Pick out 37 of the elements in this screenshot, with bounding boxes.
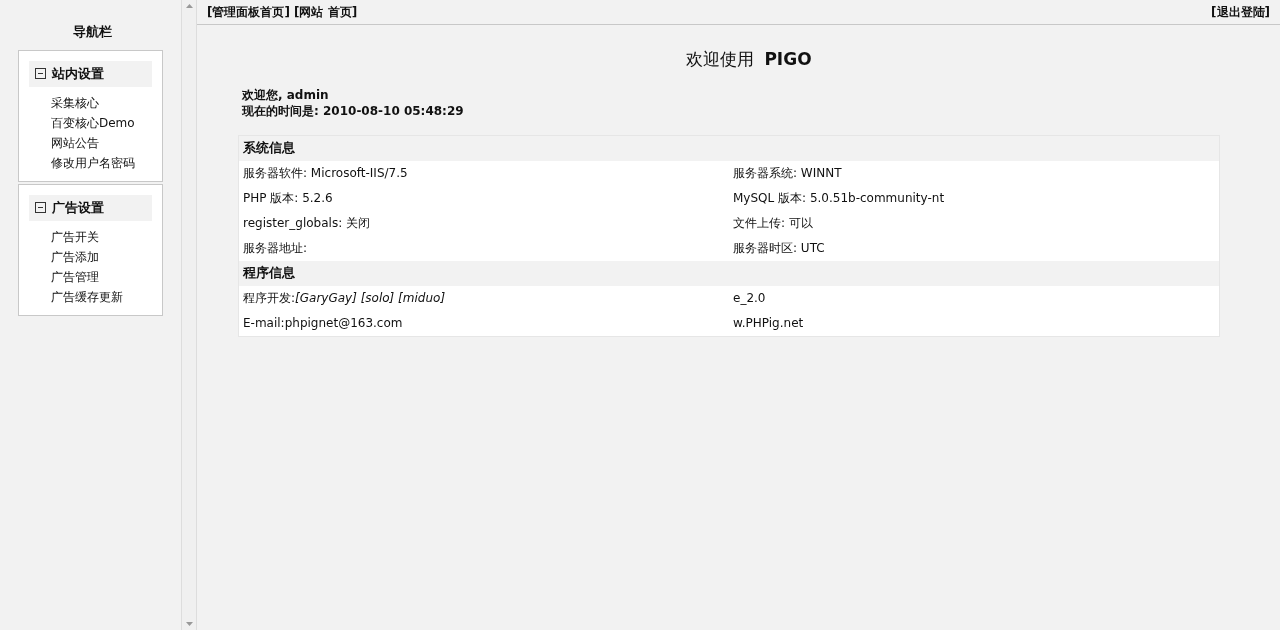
welcome-text: 现在的时间是: 2010-08-10 05:48:29 xyxy=(242,102,465,119)
nav-link[interactable]: 修改用户名密码 xyxy=(51,152,153,173)
collapse-icon[interactable] xyxy=(35,202,46,213)
nav-group-header[interactable]: 广告设置 xyxy=(29,194,153,221)
scroll-up-icon[interactable] xyxy=(185,4,193,8)
info-value: e_2.0 xyxy=(733,290,767,307)
info-value: 服务器系统: WINNT xyxy=(733,165,843,182)
collapse-icon[interactable] xyxy=(35,68,46,79)
info-value: 服务器软件: Microsoft-IIS/7.5 xyxy=(243,165,409,182)
group-title: 站内设置 xyxy=(52,64,104,83)
info-value: w.PHPig.net xyxy=(733,315,805,332)
section-title: 系统信息 xyxy=(243,139,295,158)
info-value: MySQL 版本: 5.0.51b-community-nt xyxy=(733,190,946,207)
nav-link[interactable]: 广告添加 xyxy=(51,246,153,267)
page-heading: 欢迎使用 PIGO xyxy=(685,48,812,71)
nav-link[interactable]: 采集核心 xyxy=(51,92,153,113)
logout-link[interactable]: [退出登陆] xyxy=(1211,3,1270,21)
nav-link[interactable]: 广告开关 xyxy=(51,226,153,247)
info-value: register_globals: 关闭 xyxy=(243,215,371,232)
info-value: 服务器地址: xyxy=(243,240,309,257)
nav-link[interactable]: 广告管理 xyxy=(51,266,153,287)
info-value: 文件上传: 可以 xyxy=(733,215,814,232)
welcome-text: 欢迎您, admin xyxy=(242,86,330,103)
top-link[interactable]: [管理面板首页] xyxy=(207,3,290,21)
info-value: E-mail:phpignet@163.com xyxy=(243,315,404,332)
section-title: 程序信息 xyxy=(243,264,295,283)
info-value: PHP 版本: 5.2.6 xyxy=(243,190,334,207)
nav-link[interactable]: 广告缓存更新 xyxy=(51,286,153,307)
nav-link[interactable]: 百变核心Demo xyxy=(51,112,153,133)
top-link[interactable]: [网站 首页] xyxy=(293,3,358,21)
nav-link[interactable]: 网站公告 xyxy=(51,132,153,153)
scroll-down-icon[interactable] xyxy=(185,622,193,626)
nav-group-header[interactable]: 站内设置 xyxy=(29,60,153,87)
info-value: 服务器时区: UTC xyxy=(733,240,826,257)
info-value: 程序开发:[GaryGay] [solo] [miduo] xyxy=(243,290,447,307)
group-title: 广告设置 xyxy=(52,198,104,217)
sidebar-title: 导航栏 xyxy=(72,23,114,41)
